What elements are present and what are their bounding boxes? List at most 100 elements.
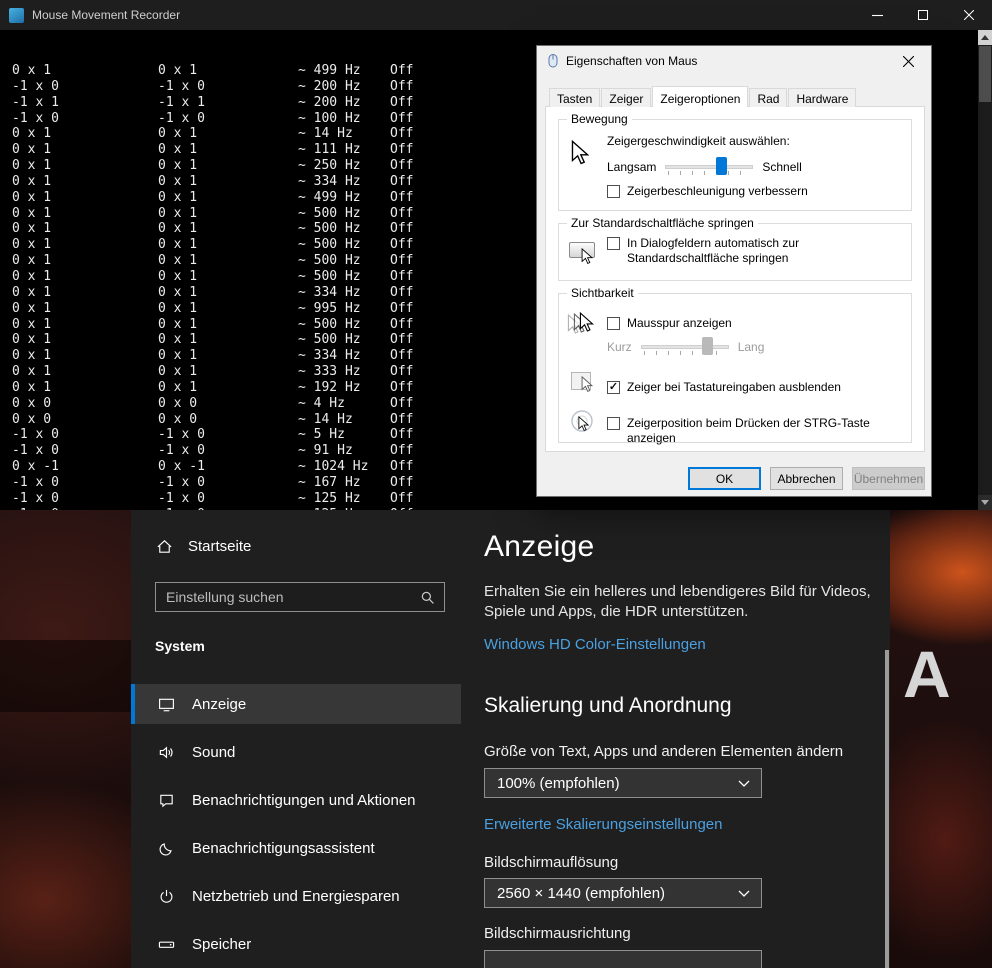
advanced-scaling-link[interactable]: Erweiterte Skalierungseinstellungen [484,816,722,833]
hd-color-settings-link[interactable]: Windows HD Color-Einstellungen [484,636,706,653]
window-title: Mouse Movement Recorder [32,8,181,22]
snap-to-default-icon [569,242,595,264]
recorder-scrollbar-thumb[interactable] [979,46,991,102]
hide-pointer-while-typing-checkbox[interactable]: Zeiger bei Tastatureingaben ausblenden [607,380,841,395]
pointer-trail-checkbox[interactable]: Mausspur anzeigen [607,316,732,331]
console-cell: -1 x 0 [158,427,205,443]
console-cell: 0 x 1 [12,316,52,332]
tab-hardware[interactable]: Hardware [788,88,857,107]
page-title: Anzeige [484,530,595,563]
console-cell: 0 x 1 [158,126,198,142]
ctrl-locate-pointer-checkbox[interactable]: Zeigerposition beim Drücken der STRG-Tas… [607,416,911,446]
console-cell: 0 x 1 [12,348,52,364]
console-cell: 0 x 1 [12,268,52,284]
console-cell: 0 x 1 [158,348,198,364]
pointer-speed-slider-track[interactable] [665,156,754,177]
snap-to-default-checkbox[interactable]: In Dialogfeldern automatisch zur Standar… [607,236,892,266]
window-controls [854,0,992,30]
selected-accent-bar [131,684,135,724]
group-sichtbarkeit: Sichtbarkeit Mausspur anzeigen Kurz Lang… [558,286,912,446]
tab-tasten[interactable]: Tasten [549,88,601,107]
maximize-button[interactable] [900,0,946,30]
console-cell: 0 x -1 [158,459,205,475]
scaling-section-heading: Skalierung und Anordnung [484,694,732,717]
recorder-titlebar[interactable]: Mouse Movement Recorder [0,0,992,30]
tab-zeigeroptionen[interactable]: Zeigeroptionen [652,86,749,107]
console-cell: ~ 500 Hz [298,253,361,269]
tab-rad[interactable]: Rad [749,88,788,107]
console-cell: 0 x 1 [158,158,198,174]
chevron-down-icon [738,890,750,897]
console-cell: 0 x 1 [158,364,198,380]
console-cell: 0 x 1 [158,205,198,221]
checkbox-box[interactable] [607,237,620,250]
tab-zeiger[interactable]: Zeiger [601,88,652,107]
console-cell: ~ 91 Hz [298,443,353,459]
orientation-label: Bildschirmausrichtung [484,925,631,942]
console-cell: ~ 500 Hz [298,316,361,332]
scale-dropdown-value: 100% (empfohlen) [497,774,620,792]
console-cell: 0 x 1 [12,300,52,316]
sidebar-item-notifications[interactable]: Benachrichtigungen und Aktionen [131,780,461,820]
pointer-speed-slider[interactable]: Langsam Schnell [607,156,802,177]
close-button[interactable] [946,0,992,30]
app-icon [9,7,24,23]
dialog-titlebar[interactable]: Eigenschaften von Maus [537,46,931,76]
dialog-tab-panel: Bewegung Zeigergeschwindigkeit auswählen… [545,106,925,452]
sidebar-item-focus-assist[interactable]: Benachrichtigungsassistent [131,828,461,868]
console-cell: -1 x 0 [12,490,59,506]
pointer-speed-label: Zeigergeschwindigkeit auswählen: [607,134,790,148]
console-cell: 0 x 1 [158,142,198,158]
console-cell: 0 x 1 [158,379,198,395]
sidebar-item-storage[interactable]: Speicher [131,924,461,964]
checkbox-box[interactable] [607,317,620,330]
dialog-tabs: Tasten Zeiger Zeigeroptionen Rad Hardware [549,86,857,107]
console-cell: 0 x 1 [158,173,198,189]
console-cell: -1 x 0 [158,474,205,490]
display-icon [157,696,175,713]
wallpaper-letter: A [903,637,957,711]
focus-assist-icon [157,840,175,857]
sidebar-item-home[interactable]: Startseite [155,538,251,555]
trail-length-slider: Kurz Lang [607,336,764,357]
resolution-dropdown[interactable]: 2560 × 1440 (empfohlen) [484,878,762,908]
power-icon [157,888,175,905]
sidebar-item-sound[interactable]: Sound [131,732,461,772]
checkbox-box[interactable] [607,185,620,198]
sidebar-item-display[interactable]: Anzeige [131,684,461,724]
orientation-dropdown[interactable] [484,950,762,968]
pointer-speed-slider-thumb[interactable] [716,157,728,175]
enhance-precision-checkbox[interactable]: Zeigerbeschleunigung verbessern [607,184,808,199]
scroll-down-icon[interactable] [978,495,992,510]
sidebar-item-power[interactable]: Netzbetrieb und Energiesparen [131,876,461,916]
console-cell: 0 x 1 [158,316,198,332]
console-cell: 0 x 0 [12,395,52,411]
slider-label-long: Lang [737,339,765,354]
sidebar-item-label: Benachrichtigungsassistent [192,839,375,857]
recorder-scrollbar[interactable] [978,30,992,510]
console-cell: 0 x 0 [12,411,52,427]
console-cell: ~ 4 Hz [298,395,345,411]
checkbox-label: Zeiger bei Tastatureingaben ausblenden [627,380,841,394]
checkbox-box[interactable] [607,417,620,430]
settings-scrollbar[interactable] [885,650,889,968]
console-cell: ~ 111 Hz [298,142,361,158]
console-cell: ~ 499 Hz [298,189,361,205]
console-cell: 0 x 1 [12,205,52,221]
checkbox-label: Zeigerbeschleunigung verbessern [627,184,808,198]
mouse-icon [546,53,560,69]
group-snap-to-default: Zur Standardschaltfläche springen In Dia… [558,216,912,281]
console-cell: ~ 500 Hz [298,268,361,284]
scroll-up-icon[interactable] [978,30,992,45]
settings-search-box[interactable]: Einstellung suchen [155,582,445,612]
search-icon[interactable] [420,590,435,605]
console-cell: ~ 500 Hz [298,221,361,237]
cancel-button[interactable]: Abbrechen [770,467,843,490]
dialog-close-button[interactable] [886,46,931,76]
scale-dropdown[interactable]: 100% (empfohlen) [484,768,762,798]
checkbox-box[interactable] [607,381,620,394]
console-cell: ~ 333 Hz [298,364,361,380]
hide-pointer-while-typing-icon [571,372,593,393]
ok-button[interactable]: OK [688,467,761,490]
minimize-button[interactable] [854,0,900,30]
